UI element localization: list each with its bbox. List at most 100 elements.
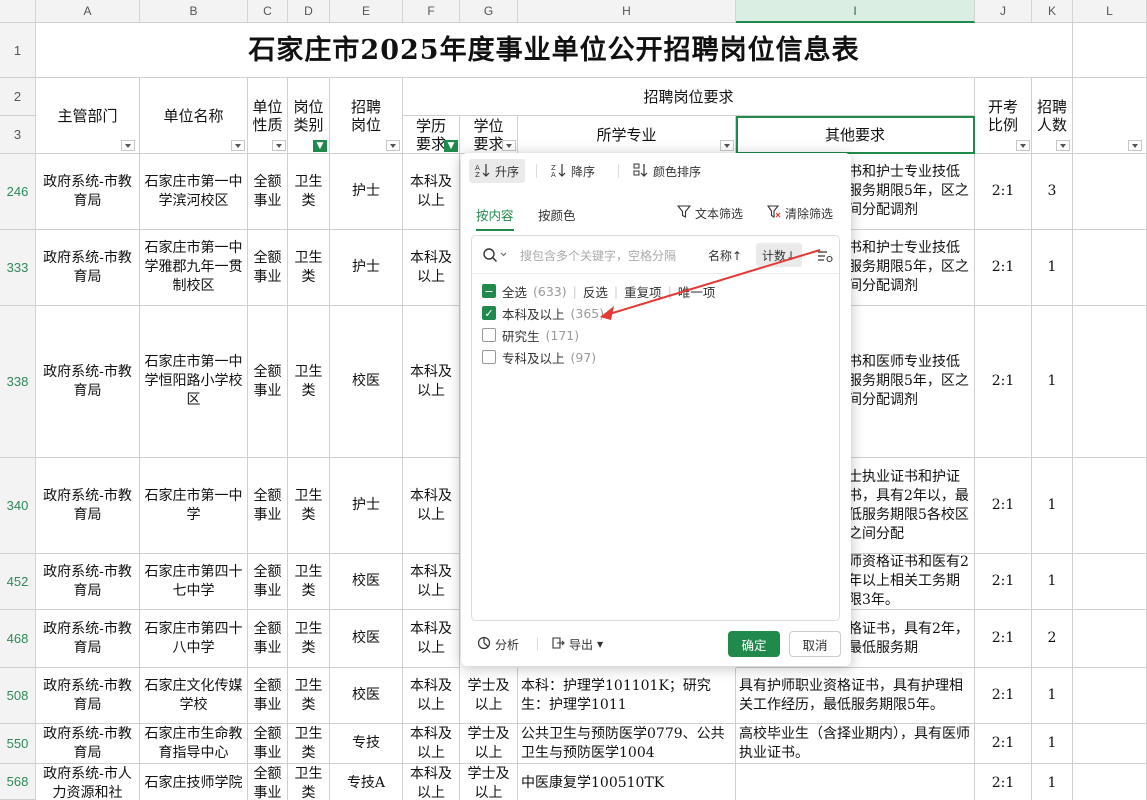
cell-empty[interactable] <box>1073 306 1147 458</box>
col-header-c[interactable]: C <box>248 0 288 23</box>
cell-education[interactable]: 本科及以上 <box>403 554 460 610</box>
col-header-d[interactable]: D <box>288 0 330 23</box>
col-header-g[interactable]: G <box>460 0 518 23</box>
cell-ratio[interactable]: 2:1 <box>975 154 1032 230</box>
col-header-i[interactable]: I <box>736 0 975 23</box>
list-settings-icon[interactable] <box>817 248 833 267</box>
cell-nature[interactable]: 全额事业 <box>248 306 288 458</box>
cell-position[interactable]: 校医 <box>330 306 403 458</box>
cell-dept[interactable]: 政府系统-市教育局 <box>36 724 140 764</box>
item-checkbox[interactable] <box>482 350 496 364</box>
cell-ratio[interactable]: 2:1 <box>975 764 1032 800</box>
sort-by-count-button[interactable]: 计数↓ <box>756 243 803 267</box>
col-header-f[interactable]: F <box>403 0 460 23</box>
cell-empty[interactable] <box>1073 230 1147 306</box>
cell-ratio[interactable]: 2:1 <box>975 306 1032 458</box>
cell-nature[interactable]: 全额事业 <box>248 724 288 764</box>
cell-dept[interactable]: 政府系统-市人力资源和社 <box>36 764 140 800</box>
cell-education[interactable]: 本科及以上 <box>403 306 460 458</box>
cell-category[interactable]: 卫生类 <box>288 764 330 800</box>
cell-position[interactable]: 校医 <box>330 610 403 668</box>
cell-unit[interactable]: 石家庄市第四十七中学 <box>140 554 248 610</box>
col-header-e[interactable]: E <box>330 0 403 23</box>
cell-category[interactable]: 卫生类 <box>288 230 330 306</box>
invert-selection-link[interactable]: 反选 <box>583 282 608 301</box>
row-header[interactable]: 333 <box>0 230 36 306</box>
export-button[interactable]: 导出 ▼ <box>545 632 609 656</box>
cell-degree[interactable]: 学士及以上 <box>460 724 518 764</box>
filter-dropdown-h[interactable] <box>720 140 734 151</box>
filter-value-item[interactable]: 研究生 (171) <box>482 326 579 344</box>
cell-ratio[interactable]: 2:1 <box>975 610 1032 668</box>
cell-ratio[interactable]: 2:1 <box>975 230 1032 306</box>
sort-asc-button[interactable]: AZ 升序 <box>469 159 526 183</box>
cell-nature[interactable]: 全额事业 <box>248 668 288 724</box>
analyze-button[interactable]: 分析 <box>471 632 525 656</box>
cell-unit[interactable]: 石家庄市第一中学 <box>140 458 248 554</box>
cell-count[interactable]: 1 <box>1032 554 1073 610</box>
sheet-title[interactable]: 石家庄市2025年度事业单位公开招聘岗位信息表 <box>36 23 1073 78</box>
col-header-j[interactable]: J <box>975 0 1032 23</box>
cell-other[interactable]: 高校毕业生（含择业期内），具有医师执业证书。 <box>736 724 975 764</box>
cell-unit[interactable]: 石家庄技师学院 <box>140 764 248 800</box>
row-header[interactable]: 568 <box>0 764 36 800</box>
cell-category[interactable]: 卫生类 <box>288 306 330 458</box>
cell-count[interactable]: 3 <box>1032 154 1073 230</box>
cell-dept[interactable]: 政府系统-市教育局 <box>36 668 140 724</box>
cell-category[interactable]: 卫生类 <box>288 554 330 610</box>
cell-count[interactable]: 2 <box>1032 610 1073 668</box>
cell-empty[interactable] <box>1073 458 1147 554</box>
unique-link[interactable]: 唯一项 <box>678 282 716 301</box>
cancel-button[interactable]: 取消 <box>789 631 841 657</box>
row-header[interactable]: 246 <box>0 154 36 230</box>
sort-desc-button[interactable]: ZA 降序 <box>545 159 601 183</box>
select-all-corner[interactable] <box>0 0 36 23</box>
filter-dropdown-c[interactable] <box>272 140 286 151</box>
cell-dept[interactable]: 政府系统-市教育局 <box>36 554 140 610</box>
filter-value-item[interactable]: 专科及以上 (97) <box>482 348 596 366</box>
filter-dropdown-b[interactable] <box>231 140 245 151</box>
cell-empty[interactable] <box>1073 154 1147 230</box>
cell-dept[interactable]: 政府系统-市教育局 <box>36 458 140 554</box>
header-major[interactable]: 所学专业 <box>518 116 736 154</box>
item-checkbox[interactable] <box>482 328 496 342</box>
cell-education[interactable]: 本科及以上 <box>403 668 460 724</box>
cell-ratio[interactable]: 2:1 <box>975 554 1032 610</box>
text-filter-button[interactable]: 文本筛选 <box>671 201 749 225</box>
row-header[interactable]: 3 <box>0 116 36 154</box>
cell-education[interactable]: 本科及以上 <box>403 724 460 764</box>
col-header-b[interactable]: B <box>140 0 248 23</box>
col-header-h[interactable]: H <box>518 0 736 23</box>
cell-dept[interactable]: 政府系统-市教育局 <box>36 230 140 306</box>
cell-position[interactable]: 护士 <box>330 154 403 230</box>
cell-count[interactable]: 1 <box>1032 724 1073 764</box>
filter-popup[interactable]: AZ 升序 ZA 降序 颜色排序 按内容 按颜色 文本筛选 清除筛选 名称↑ <box>461 153 851 666</box>
duplicates-link[interactable]: 重复项 <box>624 282 662 301</box>
row-header[interactable]: 508 <box>0 668 36 724</box>
cell-position[interactable]: 专技A <box>330 764 403 800</box>
filter-dropdown-j[interactable] <box>1016 140 1030 151</box>
filter-dropdown-e[interactable] <box>386 140 400 151</box>
row-header[interactable]: 338 <box>0 306 36 458</box>
cell-count[interactable]: 1 <box>1032 458 1073 554</box>
cell-empty[interactable] <box>1073 764 1147 800</box>
cell-nature[interactable]: 全额事业 <box>248 610 288 668</box>
cell-ratio[interactable]: 2:1 <box>975 668 1032 724</box>
cell-category[interactable]: 卫生类 <box>288 668 330 724</box>
search-input[interactable] <box>520 247 696 265</box>
clear-filter-button[interactable]: 清除筛选 <box>761 201 839 225</box>
cell-empty[interactable] <box>1073 668 1147 724</box>
cell-position[interactable]: 专技 <box>330 724 403 764</box>
ok-button[interactable]: 确定 <box>728 631 780 657</box>
cell-count[interactable]: 1 <box>1032 764 1073 800</box>
cell-nature[interactable]: 全额事业 <box>248 154 288 230</box>
cell-degree[interactable]: 学士及以上 <box>460 764 518 800</box>
cell-major[interactable]: 公共卫生与预防医学0779、公共卫生与预防医学1004 <box>518 724 736 764</box>
cell-position[interactable]: 护士 <box>330 230 403 306</box>
cell-major[interactable]: 本科：护理学101101K；研究生：护理学1011 <box>518 668 736 724</box>
cell-empty[interactable] <box>1073 23 1147 78</box>
cell-unit[interactable]: 石家庄市第一中学滨河校区 <box>140 154 248 230</box>
cell-empty[interactable] <box>1073 724 1147 764</box>
filter-value-item[interactable]: ✓ 本科及以上 (365) <box>482 304 604 322</box>
cell-dept[interactable]: 政府系统-市教育局 <box>36 306 140 458</box>
